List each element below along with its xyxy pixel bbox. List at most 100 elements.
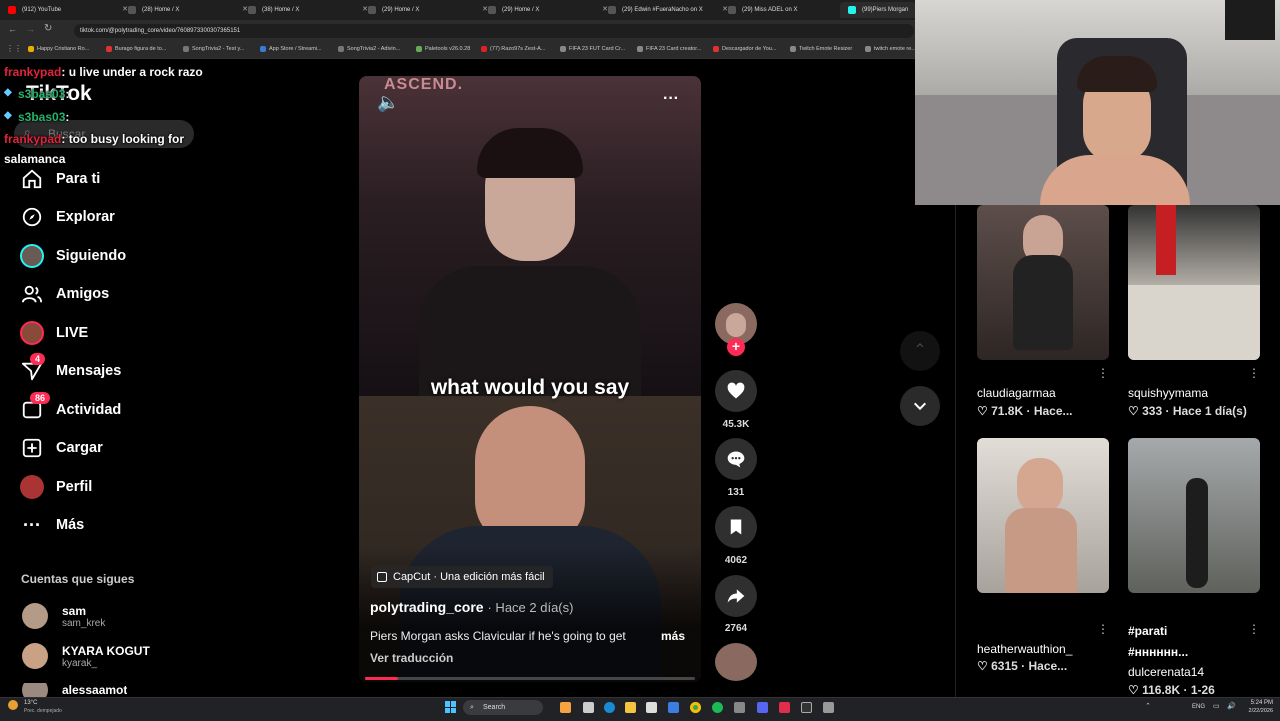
- bookmark-item[interactable]: App Store / Streami...: [260, 41, 322, 58]
- video-thumbnail[interactable]: [977, 438, 1109, 593]
- nav-mas[interactable]: ··· Más: [20, 510, 270, 540]
- nav-mensajes[interactable]: 4 Mensajes: [20, 353, 270, 386]
- video-thumbnail[interactable]: [977, 205, 1109, 360]
- chevron-up-icon[interactable]: ⌃: [900, 331, 940, 371]
- app-icon[interactable]: [734, 702, 745, 713]
- browser-tab-active[interactable]: (99)Piers Morgan: [840, 2, 916, 18]
- reload-icon[interactable]: ↻: [44, 23, 52, 34]
- video-stats: ♡ 116.8K · 1-26: [1128, 683, 1215, 697]
- more-vertical-icon[interactable]: ⋮: [1097, 366, 1109, 380]
- network-icon[interactable]: ▭: [1213, 702, 1220, 710]
- video-player[interactable]: ASCEND. what would you say 🔈 ··· CapCut …: [359, 76, 701, 682]
- bookmark-label: twitch emote re...: [874, 46, 916, 52]
- video-progress-track[interactable]: [365, 677, 695, 680]
- browser-tab[interactable]: (29) Home / X ✕: [480, 2, 616, 18]
- translate-button[interactable]: Ver traducción: [370, 651, 453, 665]
- apps-grid-icon[interactable]: ⋮⋮: [6, 44, 22, 53]
- chat-text: : u live under a rock razo: [61, 65, 203, 79]
- taskbar-search[interactable]: ⌕ Search: [463, 700, 543, 715]
- browser-tab[interactable]: (912) YouTube ✕: [0, 2, 136, 18]
- more-vertical-icon[interactable]: ⋮: [1248, 366, 1260, 380]
- weather-icon[interactable]: [8, 700, 18, 710]
- spotify-icon[interactable]: [712, 702, 723, 713]
- clock-date[interactable]: 2/22/2026: [1237, 708, 1273, 714]
- tray-chevron-icon[interactable]: ⌃: [1145, 702, 1151, 710]
- profile-icon: [20, 475, 44, 499]
- comment-icon: [727, 451, 745, 468]
- volume-icon[interactable]: 🔊: [1227, 702, 1236, 710]
- account-item[interactable]: sam sam_krek: [22, 603, 105, 629]
- capcut-link[interactable]: CapCut · Una edición más fácil: [371, 566, 553, 588]
- bookmark-item[interactable]: Burago figura de to...: [106, 41, 166, 58]
- bookmark-item[interactable]: twitch emote re...: [865, 41, 916, 58]
- forward-arrow-icon[interactable]: →: [26, 24, 35, 34]
- video-thumbnail[interactable]: [1128, 438, 1260, 593]
- bookmark-item[interactable]: SongTrivia2 - Test y...: [183, 41, 244, 58]
- chrome-icon[interactable]: [690, 702, 701, 713]
- follow-plus-icon[interactable]: +: [727, 338, 745, 356]
- nav-actividad[interactable]: 86 Actividad: [20, 392, 270, 425]
- bookmark-item[interactable]: Paletools v26.0.28: [416, 41, 470, 58]
- discord-icon[interactable]: [757, 702, 768, 713]
- bookmark-item[interactable]: SongTrivia2 - Adivin...: [338, 41, 400, 58]
- browser-tab[interactable]: (29) Miss ADEL on X✕: [720, 2, 856, 18]
- bookmark-item[interactable]: FIFA 23 FUT Card Cr...: [560, 41, 625, 58]
- edge-icon[interactable]: [604, 702, 615, 713]
- clock-time[interactable]: 5:24 PM: [1243, 700, 1273, 706]
- account-item[interactable]: KYARA KOGUT kyarak_: [22, 643, 150, 669]
- nav-cargar[interactable]: Cargar: [20, 433, 270, 463]
- bookmark-item[interactable]: (77) Razo97s Zest-A...: [481, 41, 545, 58]
- nav-label: Perfil: [56, 479, 93, 495]
- windows-start-icon[interactable]: [445, 701, 457, 713]
- app-icon[interactable]: [560, 702, 571, 713]
- back-arrow-icon[interactable]: ←: [8, 24, 17, 34]
- nav-label: Siguiendo: [56, 248, 127, 264]
- nav-para-ti[interactable]: Para ti: [20, 164, 270, 194]
- bookmark-item[interactable]: Happy Cristiano Ro...: [28, 41, 89, 58]
- browser-tab[interactable]: (29) Edwin #FueraNacho on X ✕: [600, 2, 736, 18]
- bookmark-item[interactable]: Descargador de You...: [713, 41, 776, 58]
- bookmark-item[interactable]: Twitch Emote Resizer: [790, 41, 852, 58]
- more-vertical-icon[interactable]: ⋮: [1248, 622, 1260, 636]
- nav-live[interactable]: LIVE: [20, 318, 270, 348]
- app-icon[interactable]: [823, 702, 834, 713]
- folder-icon[interactable]: [625, 702, 636, 713]
- like-button[interactable]: [715, 370, 757, 412]
- nav-explorar[interactable]: Explorar: [20, 202, 270, 232]
- tab-title: (99)Piers Morgan: [862, 7, 909, 13]
- video-author[interactable]: squishyymama: [1128, 386, 1208, 400]
- share-button[interactable]: [715, 575, 757, 617]
- video-stats: ♡ 333 · Hace 1 día(s): [1128, 404, 1247, 418]
- mail-icon[interactable]: [668, 702, 679, 713]
- video-author[interactable]: dulcerenata14: [1128, 665, 1204, 679]
- nav-siguiendo[interactable]: Siguiendo: [20, 241, 270, 271]
- language-indicator[interactable]: ENG: [1192, 704, 1205, 710]
- bookmark-item[interactable]: FIFA 23 Card creator...: [637, 41, 701, 58]
- video-author[interactable]: heatherwauthion_: [977, 642, 1072, 656]
- comment-button[interactable]: [715, 438, 757, 480]
- url-field[interactable]: tiktok.com/@polytrading_core/video/76089…: [74, 24, 914, 38]
- video-author[interactable]: claudiagarmaa: [977, 386, 1056, 400]
- nav-perfil[interactable]: Perfil: [20, 472, 270, 502]
- task-view-icon[interactable]: [583, 702, 594, 713]
- chevron-down-icon[interactable]: [900, 386, 940, 426]
- nav-amigos[interactable]: Amigos: [20, 279, 270, 309]
- save-button[interactable]: [715, 506, 757, 548]
- video-thumbnail[interactable]: [1128, 205, 1260, 360]
- bookmark-label: Descargador de You...: [722, 46, 777, 52]
- music-app-icon[interactable]: [779, 702, 790, 713]
- browser-tab[interactable]: (38) Home / X ✕: [240, 2, 376, 18]
- video-caption[interactable]: #parati: [1128, 624, 1248, 638]
- more-options-icon[interactable]: ···: [663, 90, 679, 108]
- webcam-body: [1040, 155, 1190, 205]
- store-icon[interactable]: [646, 702, 657, 713]
- account-item[interactable]: alessaamot: [22, 683, 127, 697]
- see-more-button[interactable]: más: [661, 629, 685, 643]
- obs-icon[interactable]: [801, 702, 812, 713]
- more-vertical-icon[interactable]: ⋮: [1097, 622, 1109, 636]
- video-author[interactable]: polytrading_core: [370, 599, 484, 615]
- volume-icon[interactable]: 🔈: [377, 92, 399, 113]
- browser-tab[interactable]: (28) Home / X ✕: [120, 2, 256, 18]
- browser-tab[interactable]: (29) Home / X ✕: [360, 2, 496, 18]
- music-disc-icon[interactable]: [715, 643, 757, 681]
